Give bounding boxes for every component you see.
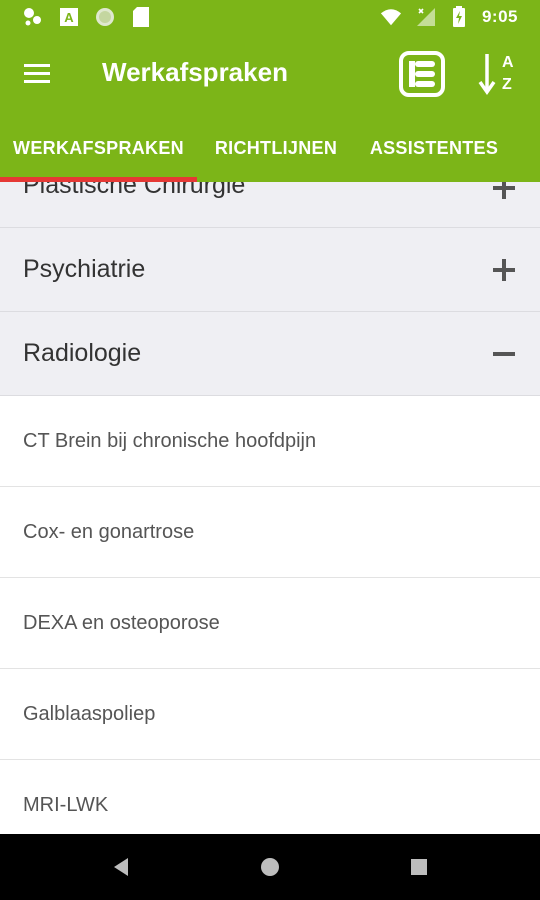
list-item-label: CT Brein bij chronische hoofdpijn bbox=[23, 430, 317, 452]
minus-icon bbox=[493, 352, 515, 356]
status-right-icons: 9:05 bbox=[380, 6, 518, 28]
list-item-label: DEXA en osteoporose bbox=[23, 612, 220, 634]
page-title: Werkafspraken bbox=[102, 57, 288, 87]
group-label: Psychiatrie bbox=[23, 255, 146, 283]
list-item[interactable]: DEXA en osteoporose bbox=[0, 578, 540, 669]
list-item[interactable]: CT Brein bij chronische hoofdpijn bbox=[0, 396, 540, 487]
back-triangle-icon bbox=[114, 858, 128, 876]
status-bar: A 9:05 bbox=[0, 0, 540, 34]
battery-icon bbox=[448, 6, 470, 28]
recents-button[interactable] bbox=[404, 852, 434, 882]
tab-assistentes[interactable]: ASSISTENTES bbox=[355, 114, 513, 182]
content-list[interactable]: Plastische Chirurgie Psychiatrie Radiolo… bbox=[0, 182, 540, 834]
sort-letter-z: Z bbox=[502, 76, 512, 93]
hamburger-icon bbox=[24, 64, 50, 83]
list-item-label: MRI-LWK bbox=[23, 794, 109, 816]
group-label: Radiologie bbox=[23, 339, 142, 367]
tab-bar: WERKAFSPRAKEN RICHTLIJNEN ASSISTENTES bbox=[0, 114, 540, 182]
plus-icon bbox=[493, 259, 515, 281]
signal-icon bbox=[414, 6, 436, 28]
system-nav-bar bbox=[0, 834, 540, 900]
list-item-label: Galblaaspoliep bbox=[23, 703, 156, 725]
sd-card-icon bbox=[130, 6, 152, 28]
status-left-icons: A bbox=[22, 6, 152, 28]
list-view-button[interactable] bbox=[398, 50, 446, 98]
tab-richtlijnen[interactable]: RICHTLIJNEN bbox=[197, 114, 355, 182]
home-button[interactable] bbox=[255, 852, 285, 882]
plus-icon bbox=[493, 182, 515, 199]
list-item[interactable]: Galblaaspoliep bbox=[0, 669, 540, 760]
notification-icon bbox=[22, 6, 44, 28]
home-circle-icon bbox=[261, 858, 279, 876]
list-item[interactable]: Cox- en gonartrose bbox=[0, 487, 540, 578]
circle-app-icon bbox=[94, 6, 116, 28]
back-button[interactable] bbox=[106, 852, 136, 882]
wifi-icon bbox=[380, 6, 402, 28]
app-bar: Werkafspraken A Z bbox=[0, 34, 540, 114]
group-psychiatrie[interactable]: Psychiatrie bbox=[0, 228, 540, 312]
sort-az-button[interactable]: A Z bbox=[478, 50, 524, 98]
list-item[interactable]: MRI-LWK bbox=[0, 760, 540, 834]
menu-button[interactable] bbox=[22, 60, 54, 88]
list-view-icon bbox=[399, 51, 445, 97]
a-app-icon: A bbox=[58, 6, 80, 28]
svg-text:A: A bbox=[64, 10, 74, 25]
group-radiologie[interactable]: Radiologie bbox=[0, 312, 540, 396]
recents-square-icon bbox=[411, 859, 427, 875]
status-time: 9:05 bbox=[481, 7, 518, 26]
sort-letter-a: A bbox=[502, 54, 514, 71]
sort-az-icon bbox=[478, 54, 496, 96]
group-plastische-chirurgie[interactable]: Plastische Chirurgie bbox=[0, 182, 540, 228]
group-label: Plastische Chirurgie bbox=[23, 182, 246, 199]
list-item-label: Cox- en gonartrose bbox=[23, 521, 195, 543]
tab-werkafspraken[interactable]: WERKAFSPRAKEN bbox=[0, 114, 197, 182]
